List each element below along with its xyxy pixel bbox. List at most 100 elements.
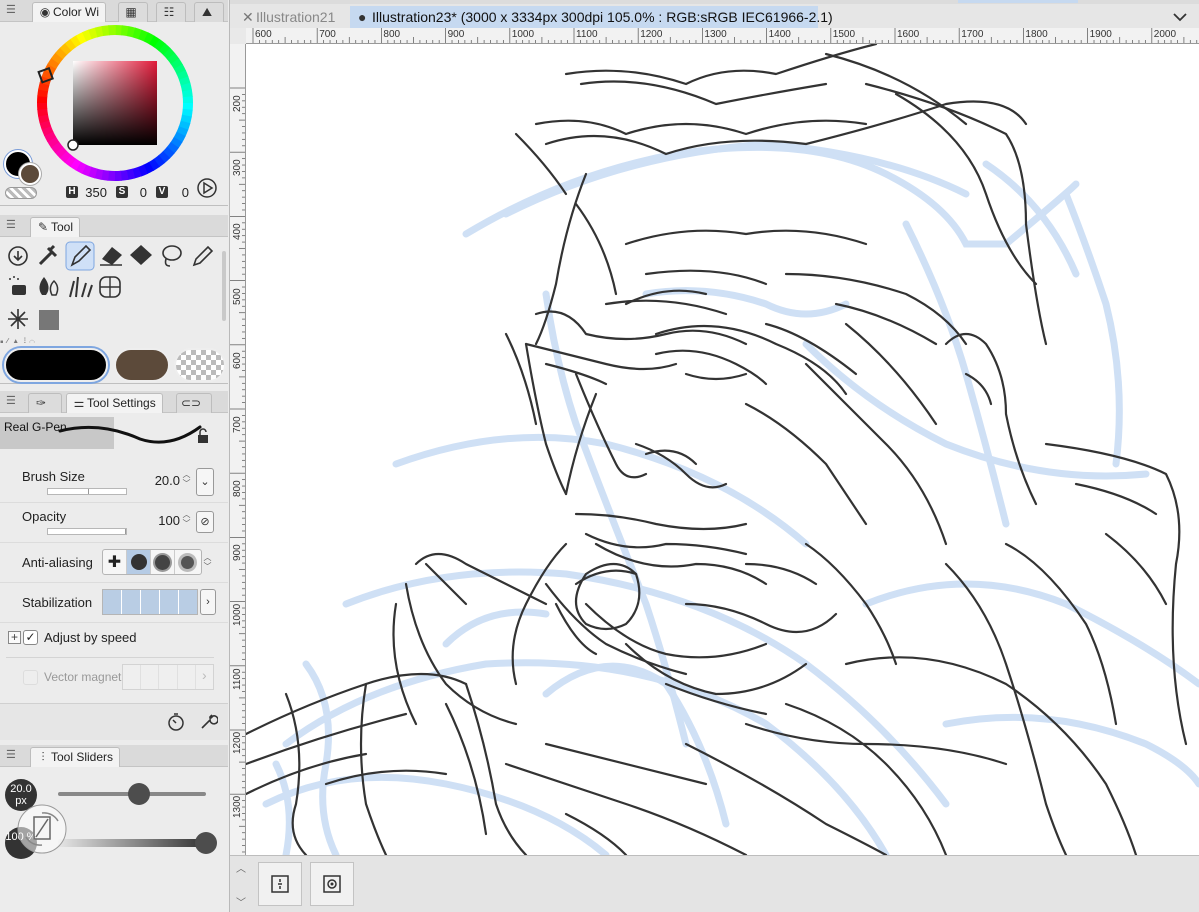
blend-icon[interactable] <box>39 277 59 296</box>
tab-sub-tool[interactable]: ✑ <box>28 393 62 413</box>
lock-icon[interactable] <box>198 428 208 443</box>
size-slider-knob[interactable] <box>128 783 151 805</box>
color-swatch-brown[interactable] <box>114 348 170 382</box>
tab-approximate-color[interactable]: ⛰ <box>194 2 224 22</box>
chevron-down-icon[interactable] <box>1171 8 1189 26</box>
collapse-up-icon[interactable]: ︿ <box>236 860 246 875</box>
hue-segment <box>181 108 193 118</box>
ruler-label: 1400 <box>768 29 791 40</box>
opacity-spinner[interactable]: ︿ ﹀ <box>182 510 191 530</box>
spray-icon[interactable] <box>9 276 26 295</box>
tool-scrollbar[interactable] <box>222 251 226 321</box>
vector-magnet-bar[interactable] <box>122 664 214 690</box>
adjust-by-speed-label: Adjust by speed <box>44 630 137 645</box>
target-icon <box>323 875 341 893</box>
anti-aliasing-strong-option[interactable] <box>175 550 199 574</box>
grass-icon[interactable] <box>69 276 93 298</box>
expand-adjust-by-speed[interactable]: + <box>8 631 21 644</box>
slider-icon: ⫶ <box>41 750 45 764</box>
ruler-label: 1600 <box>897 29 920 40</box>
sparkle-icon[interactable] <box>8 309 28 329</box>
fill-icon[interactable] <box>130 245 152 265</box>
wrench-icon[interactable] <box>198 712 218 732</box>
stabilization-bar[interactable] <box>102 589 198 615</box>
stabilization-arrow-button[interactable]: › <box>200 589 216 615</box>
ruler-label: 1300 <box>232 795 243 819</box>
document-tab-illustration21[interactable]: ✕ Illustration21 <box>234 6 343 28</box>
panel-grip-icon[interactable]: ☰ <box>6 750 16 761</box>
brush-size-bar[interactable] <box>47 488 127 495</box>
hue-segment <box>94 26 104 38</box>
lasso-icon[interactable] <box>162 245 182 267</box>
document-tab-illustration23[interactable]: ● Illustration23* (3000 x 3334px 300dpi 1… <box>350 6 833 28</box>
anti-aliasing-weak-option[interactable] <box>127 550 151 574</box>
opacity-fill <box>48 529 126 534</box>
brush-name[interactable]: Real G-Pen <box>4 420 67 434</box>
opacity-bar[interactable] <box>47 528 127 535</box>
hue-segment <box>173 131 186 143</box>
opacity-value[interactable]: 100 <box>158 513 180 528</box>
drawing-canvas[interactable] <box>246 44 1199 855</box>
color-swatch-transparent[interactable] <box>174 348 226 382</box>
panel-grip-icon[interactable]: ☰ <box>6 5 16 16</box>
tab-intermediate-color[interactable]: ☷ <box>156 2 186 22</box>
hue-value[interactable]: 350 <box>81 185 107 200</box>
download-icon[interactable] <box>8 246 28 266</box>
opacity-slider-track[interactable] <box>58 839 206 847</box>
mesh-icon[interactable] <box>99 276 121 298</box>
sub-color-swatch[interactable] <box>19 163 41 185</box>
tab-color-wheel[interactable]: ◉ Color Wi <box>32 2 107 22</box>
hue-segment <box>51 52 64 65</box>
saturation-value[interactable]: 0 <box>131 185 147 200</box>
panel-grip-icon[interactable]: ☰ <box>6 220 16 231</box>
anti-aliasing-none-option[interactable]: ✚ <box>103 550 127 574</box>
left-panel: ☰ ◉ Color Wi ▦ ☷ ⛰ H 350 S 0 V 0 ☰ ✎ Too… <box>0 0 230 912</box>
tab-tool-sliders[interactable]: ⫶ Tool Sliders <box>30 747 121 767</box>
ruler-label: 900 <box>232 544 243 562</box>
adjust-by-speed-checkbox[interactable]: ✓ <box>23 630 38 645</box>
anti-aliasing-label: Anti-aliasing <box>22 555 93 570</box>
hue-segment <box>94 168 104 180</box>
color-swatch-black[interactable] <box>4 348 108 382</box>
swap-icon[interactable] <box>12 801 74 857</box>
anti-aliasing-spinner[interactable]: ︿ ﹀ <box>203 553 212 573</box>
brush-size-spinner[interactable]: ︿ ﹀ <box>182 470 191 490</box>
vector-magnet-checkbox[interactable] <box>23 670 38 685</box>
hue-segment <box>75 161 87 174</box>
brush-size-preset-button[interactable]: ⌄ <box>196 468 214 496</box>
sv-marker[interactable] <box>67 139 79 151</box>
timer-icon[interactable] <box>166 712 186 732</box>
transparent-color-swatch[interactable] <box>5 187 37 199</box>
vector-magnet-arrow[interactable]: › <box>202 667 207 683</box>
tab-tool[interactable]: ✎ Tool <box>30 217 81 237</box>
hue-segment <box>180 114 192 124</box>
pencil-icon[interactable] <box>192 245 214 267</box>
tab-tool-property[interactable]: ⊂⊃ <box>176 393 212 413</box>
dropper-icon[interactable] <box>38 244 58 266</box>
fit-screen-button[interactable] <box>310 862 354 906</box>
tab-color-set[interactable]: ▦ <box>118 2 148 22</box>
anti-aliasing-selector[interactable]: ✚ <box>102 549 202 575</box>
hue-segment <box>162 146 175 159</box>
eraser-icon[interactable] <box>100 247 122 266</box>
play-icon[interactable] <box>196 177 218 199</box>
color-wheel[interactable] <box>35 23 195 183</box>
hue-segment <box>81 164 92 177</box>
intermediate-color-icon: ☷ <box>163 5 175 19</box>
fit-width-button[interactable] <box>258 862 302 906</box>
value-value[interactable]: 0 <box>171 185 189 200</box>
tab-tool-settings[interactable]: ⚌ Tool Settings <box>66 393 163 413</box>
panel-grip-icon[interactable]: ☰ <box>6 396 16 407</box>
anti-aliasing-medium-option[interactable] <box>151 550 175 574</box>
hue-segment <box>88 27 99 40</box>
gradient-icon[interactable] <box>39 310 59 330</box>
ruler-label: 1100 <box>232 668 243 690</box>
opacity-pressure-button[interactable]: ⊘ <box>196 511 214 533</box>
document-tab-label: Illustration21 <box>256 9 336 25</box>
brush-size-value[interactable]: 20.0 <box>155 473 180 488</box>
collapse-down-icon[interactable]: ﹀ <box>236 894 246 909</box>
close-icon[interactable]: ✕ <box>242 6 256 28</box>
modified-dot-icon[interactable]: ● <box>358 6 372 28</box>
color-tabbar: ☰ ◉ Color Wi ▦ ☷ ⛰ <box>0 0 228 22</box>
opacity-slider-knob[interactable] <box>195 832 217 854</box>
